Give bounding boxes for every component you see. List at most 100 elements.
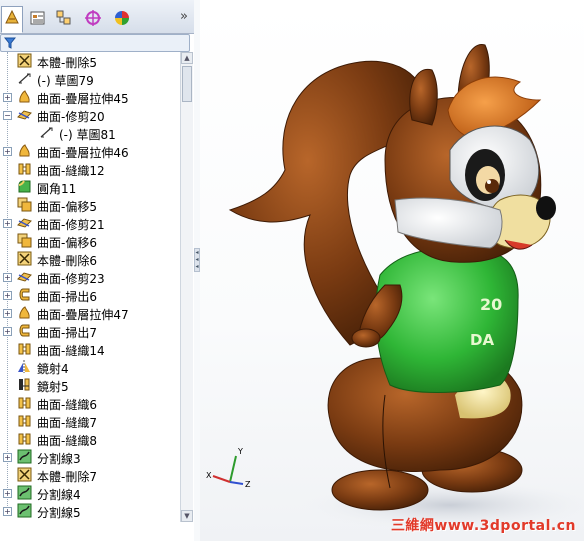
knit-surface-icon — [17, 161, 32, 176]
tree-item-label: 曲面-疊層拉伸47 — [37, 308, 129, 322]
tree-item[interactable]: + 曲面-疊層拉伸47 — [0, 304, 180, 322]
split-line-icon — [17, 485, 32, 500]
trim-surface-icon — [17, 107, 32, 122]
expand-toggle-icon[interactable]: + — [3, 219, 12, 228]
knit-surface-icon — [17, 413, 32, 428]
tree-item[interactable]: 本體-刪除5 — [0, 52, 180, 70]
sketch-icon — [39, 125, 54, 140]
tree-item-label: 鏡射4 — [37, 362, 69, 376]
tree-item[interactable]: − 曲面-修剪20 — [0, 106, 180, 124]
scroll-up-button[interactable]: ▲ — [181, 52, 193, 64]
tree-item[interactable]: (-) 草圖79 — [0, 70, 180, 88]
tree-item[interactable]: + 曲面-修剪23 — [0, 268, 180, 286]
expand-toggle-icon[interactable]: + — [3, 147, 12, 156]
expand-toggle-icon[interactable]: + — [3, 291, 12, 300]
filter-icon — [4, 37, 16, 49]
tree-item-label: 圓角11 — [37, 182, 77, 196]
tree-item[interactable]: + 分割線5 — [0, 502, 180, 520]
tree-item[interactable]: 鏡射5 — [0, 376, 180, 394]
tree-item[interactable]: 本體-刪除7 — [0, 466, 180, 484]
feature-tree-icon — [5, 9, 19, 24]
axis-triad: Y X Z — [206, 447, 251, 489]
tree-item[interactable]: 曲面-縫織6 — [0, 394, 180, 412]
triad-x-axis — [212, 475, 231, 483]
trim-surface-icon — [17, 215, 32, 230]
tree-item[interactable]: 曲面-縫織12 — [0, 160, 180, 178]
squirrel-eye-glint — [487, 180, 491, 184]
triad-x-label: X — [206, 471, 212, 480]
more-tabs-button[interactable]: » — [180, 9, 188, 24]
tree-item-label: 曲面-修剪21 — [37, 218, 105, 232]
tree-filter-bar[interactable] — [0, 34, 190, 52]
dimxpert-tab[interactable] — [81, 6, 103, 28]
collapse-toggle-icon[interactable]: − — [3, 111, 12, 120]
property-manager-tab[interactable] — [26, 6, 48, 28]
squirrel-model[interactable]: 20 DA — [200, 0, 584, 541]
expand-toggle-icon[interactable]: + — [3, 93, 12, 102]
display-manager-tab[interactable] — [110, 6, 132, 28]
split-line-icon — [17, 503, 32, 518]
feature-manager-tab[interactable] — [1, 6, 23, 33]
tree-item-label: 鏡射5 — [37, 380, 69, 394]
scroll-down-button[interactable]: ▼ — [181, 510, 193, 522]
trim-surface-icon — [17, 269, 32, 284]
tree-item[interactable]: 本體-刪除6 — [0, 250, 180, 268]
tree-item-label: (-) 草圖79 — [37, 74, 94, 88]
tree-item[interactable]: 圓角11 — [0, 178, 180, 196]
tree-item-label: 曲面-偏移5 — [37, 200, 97, 214]
tree-item[interactable]: 曲面-縫織14 — [0, 340, 180, 358]
offset-surface-icon — [17, 197, 32, 212]
tree-item[interactable]: 曲面-偏移5 — [0, 196, 180, 214]
tree-item-label: (-) 草圖81 — [59, 128, 116, 142]
tree-item[interactable]: + 曲面-修剪21 — [0, 214, 180, 232]
tree-item-label: 曲面-疊層拉伸46 — [37, 146, 129, 160]
tree-item[interactable]: + 分割線4 — [0, 484, 180, 502]
squirrel-paw — [351, 328, 381, 348]
triad-z-label: Z — [245, 480, 251, 489]
tree-item[interactable]: + 曲面-疊層拉伸45 — [0, 88, 180, 106]
tree-item-label: 曲面-掃出6 — [37, 290, 97, 304]
triad-y-label: Y — [237, 447, 243, 456]
tree-item[interactable]: 曲面-偏移6 — [0, 232, 180, 250]
squirrel-left-foot — [331, 469, 429, 511]
expand-toggle-icon[interactable]: + — [3, 489, 12, 498]
tree-item[interactable]: 鏡射4 — [0, 358, 180, 376]
watermark-text: 三維網www.3dportal.cn — [390, 518, 576, 534]
delete-body-icon — [17, 467, 32, 482]
tree-item[interactable]: 曲面-縫織8 — [0, 430, 180, 448]
graphics-viewport[interactable]: 20 DA Y X Z 三維網www.3dportal.cn — [200, 0, 584, 541]
expand-toggle-icon[interactable]: + — [3, 309, 12, 318]
tree-item-label: 曲面-縫織7 — [37, 416, 97, 430]
tree-item-label: 分割線4 — [37, 488, 81, 502]
tree-item[interactable]: + 曲面-掃出6 — [0, 286, 180, 304]
loft-surface-icon — [17, 143, 32, 158]
scroll-thumb[interactable] — [182, 66, 192, 102]
tree-item[interactable]: + 曲面-掃出7 — [0, 322, 180, 340]
tree-item-label: 曲面-掃出7 — [37, 326, 97, 340]
configuration-manager-tab[interactable] — [52, 6, 74, 28]
tree-item-label: 曲面-修剪23 — [37, 272, 105, 286]
loft-surface-icon — [17, 305, 32, 320]
tree-item-label: 本體-刪除6 — [37, 254, 97, 268]
expand-toggle-icon[interactable]: + — [3, 453, 12, 462]
fillet-icon — [17, 179, 32, 194]
property-icon — [30, 11, 45, 25]
tree-item[interactable]: (-) 草圖81 — [0, 124, 180, 142]
knit-surface-icon — [17, 395, 32, 410]
tree-item-label: 本體-刪除5 — [37, 56, 97, 70]
squirrel-shirt — [375, 247, 519, 393]
mirror-body-icon — [17, 377, 32, 392]
sweep-surface-icon — [17, 287, 32, 302]
tree-item[interactable]: + 曲面-疊層拉伸46 — [0, 142, 180, 160]
expand-toggle-icon[interactable]: + — [3, 273, 12, 282]
tree-item-label: 曲面-縫織6 — [37, 398, 97, 412]
tree-item-label: 曲面-疊層拉伸45 — [37, 92, 129, 106]
delete-body-icon — [17, 53, 32, 68]
tree-item[interactable]: 曲面-縫織7 — [0, 412, 180, 430]
panel-tab-bar: » — [0, 0, 194, 34]
expand-toggle-icon[interactable]: + — [3, 507, 12, 516]
tree-scrollbar[interactable]: ▲ ▼ — [180, 52, 193, 522]
tree-item[interactable]: + 分割線3 — [0, 448, 180, 466]
squirrel-nose — [536, 196, 556, 220]
expand-toggle-icon[interactable]: + — [3, 327, 12, 336]
